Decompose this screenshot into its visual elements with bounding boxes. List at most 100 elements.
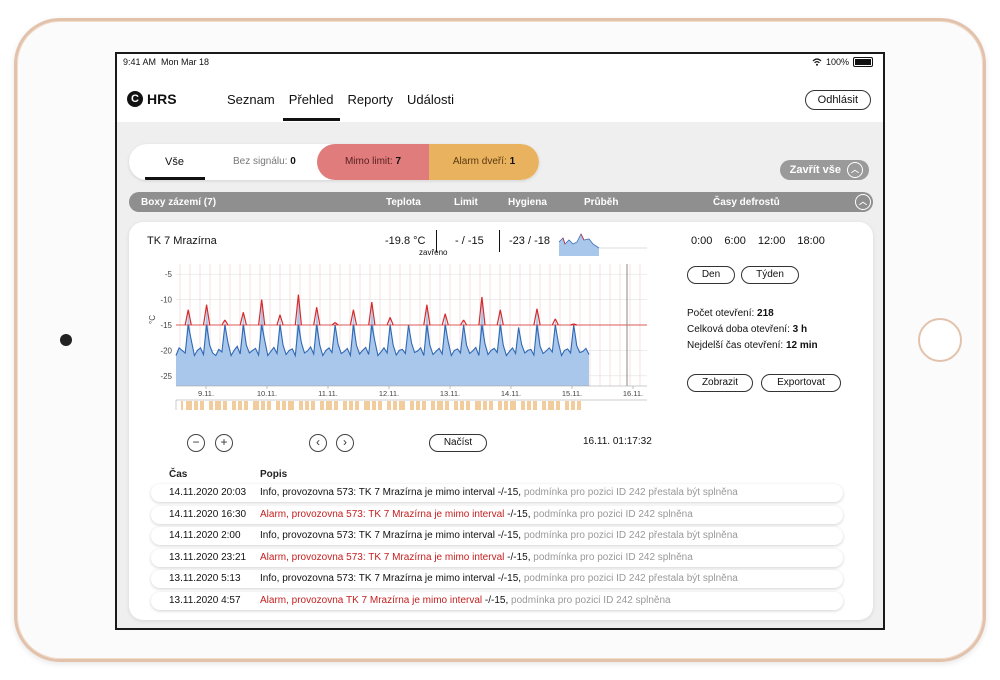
prev-button[interactable]: ‹ bbox=[309, 434, 327, 452]
x-tick-label: 15.11. bbox=[562, 389, 582, 398]
events-col-desc: Popis bbox=[260, 469, 288, 480]
event-row[interactable]: 13.11.2020 23:21 Alarm, provozovna 573: T… bbox=[151, 548, 843, 567]
event-condition: podmínka pro pozici ID 242 splněna bbox=[533, 551, 693, 563]
next-button[interactable]: › bbox=[336, 434, 354, 452]
event-row[interactable]: 14.11.2020 20:03 Info, provozovna 573: TK… bbox=[151, 484, 843, 502]
stat-openings: Počet otevření: 218 bbox=[687, 308, 774, 319]
temperature-chart[interactable]: -5 -10 -15 -20 -25 °C 9.11. 10.11. 11.11. 12.11. 1… bbox=[141, 262, 657, 442]
event-time: 14.11.2020 2:00 bbox=[169, 530, 241, 541]
event-time: 14.11.2020 16:30 bbox=[169, 508, 247, 520]
top-navbar: C HRS Seznam Přehled Reporty Události Od… bbox=[117, 70, 883, 122]
defrost-time: 12:00 bbox=[757, 235, 786, 247]
x-tick-label: 10.11. bbox=[257, 389, 277, 398]
event-message: Info, provozovna 573: TK 7 Mrazírna je m… bbox=[260, 487, 498, 498]
device-hygiene: -23 / -18 bbox=[509, 235, 550, 247]
event-interval: -/-15, bbox=[497, 530, 524, 541]
col-prubeh: Průběh bbox=[584, 197, 619, 208]
home-button[interactable] bbox=[918, 318, 962, 362]
col-teplota: Teplota bbox=[386, 197, 421, 208]
y-axis-label: °C bbox=[148, 315, 157, 324]
event-row[interactable]: 14.11.2020 16:30 Alarm, provozovna 573: T… bbox=[151, 505, 843, 524]
x-tick-label: 14.11. bbox=[501, 389, 521, 398]
chevron-up-icon[interactable]: ︿ bbox=[855, 194, 871, 210]
nav-tabs: Seznam Přehled Reporty Události bbox=[227, 92, 454, 121]
filter-door-alarm[interactable]: Alarm dveří: 1 bbox=[429, 144, 539, 180]
temperature-area bbox=[176, 294, 589, 386]
col-casy-defrostu: Časy defrostů bbox=[713, 197, 780, 208]
screen: 9:41 AM Mon Mar 18 100% C HRS Seznam Pře… bbox=[115, 52, 885, 630]
filter-all[interactable]: Vše bbox=[165, 144, 184, 180]
event-condition: podmínka pro pozici ID 242 přestala být … bbox=[523, 487, 738, 498]
divider bbox=[436, 230, 437, 252]
y-tick-label: -5 bbox=[165, 270, 173, 279]
tab-seznam[interactable]: Seznam bbox=[227, 92, 275, 121]
group-header[interactable]: Boxy zázemí (7) Teplota Limit Hygiena Pr… bbox=[129, 192, 873, 212]
event-row[interactable]: 13.11.2020 4:57 Alarm, provozovna TK 7 Mr… bbox=[151, 591, 843, 610]
device-limit: - / -15 bbox=[455, 235, 484, 247]
zoom-out-button[interactable]: − bbox=[187, 434, 205, 452]
close-all-label: Zavřít vše bbox=[789, 164, 841, 176]
chart-timestamp: 16.11. 01:17:32 bbox=[583, 436, 652, 447]
filter-all-underline bbox=[145, 177, 205, 180]
event-interval: -/-15, bbox=[484, 594, 512, 606]
event-description: Info, provozovna 573: TK 7 Mrazírna je m… bbox=[260, 527, 738, 545]
door-state: zavřeno bbox=[419, 248, 448, 257]
defrost-time: 18:00 bbox=[797, 235, 825, 247]
col-limit: Limit bbox=[454, 197, 478, 208]
event-interval: -/-15, bbox=[497, 573, 524, 584]
x-tick-label: 13.11. bbox=[440, 389, 460, 398]
defrost-times: 0:00 6:00 12:00 18:00 bbox=[691, 235, 825, 247]
range-day-button[interactable]: Den bbox=[687, 266, 735, 284]
col-hygiena: Hygiena bbox=[508, 197, 547, 208]
x-tick-label: 11.11. bbox=[318, 389, 338, 398]
chevron-up-icon: ︿ bbox=[847, 162, 863, 178]
device-temperature: -19.8 °C bbox=[385, 235, 426, 247]
load-button[interactable]: Načíst bbox=[429, 434, 487, 452]
tab-reporty[interactable]: Reporty bbox=[348, 92, 394, 121]
event-time: 13.11.2020 5:13 bbox=[169, 573, 241, 584]
device-card: TK 7 Mrazírna -19.8 °C zavřeno - / -15 -… bbox=[129, 222, 873, 620]
trend-sparkline bbox=[559, 233, 647, 256]
stat-total-open: Celková doba otevření: 3 h bbox=[687, 324, 808, 335]
event-description: Info, provozovna 573: TK 7 Mrazírna je m… bbox=[260, 484, 738, 502]
event-description: Alarm, provozovna 573: TK 7 Mrazírna je … bbox=[260, 506, 693, 524]
app-logo[interactable]: C HRS bbox=[127, 91, 177, 107]
camera bbox=[60, 334, 72, 346]
battery-icon bbox=[853, 57, 873, 67]
range-week-button[interactable]: Týden bbox=[741, 266, 799, 284]
event-message: Alarm, provozovna 573: TK 7 Mrazírna je … bbox=[260, 551, 508, 563]
event-interval: -/-15, bbox=[507, 508, 534, 520]
event-condition: podmínka pro pozici ID 242 splněna bbox=[511, 594, 671, 606]
event-row[interactable]: 14.11.2020 2:00 Info, provozovna 573: TK … bbox=[151, 527, 843, 545]
event-interval: -/-15, bbox=[507, 551, 534, 563]
battery-percent: 100% bbox=[825, 57, 849, 67]
event-interval: -/-15, bbox=[497, 487, 524, 498]
y-tick-label: -10 bbox=[160, 296, 172, 305]
logo-text: HRS bbox=[147, 91, 177, 107]
defrost-time: 6:00 bbox=[724, 235, 746, 247]
event-description: Alarm, provozovna TK 7 Mrazírna je mimo … bbox=[260, 592, 671, 610]
logout-button[interactable]: Odhlásit bbox=[804, 90, 871, 110]
close-all-button[interactable]: Zavřít vše ︿ bbox=[779, 160, 869, 180]
status-bar: 9:41 AM Mon Mar 18 100% bbox=[117, 54, 883, 70]
stat-longest-open: Nejdelší čas otevření: 12 min bbox=[687, 340, 818, 351]
events-col-time: Čas bbox=[169, 469, 188, 480]
event-condition: podmínka pro pozici ID 242 splněna bbox=[533, 508, 693, 520]
show-button[interactable]: Zobrazit bbox=[687, 374, 753, 392]
logo-icon: C bbox=[127, 91, 143, 107]
zoom-in-button[interactable]: + bbox=[215, 434, 233, 452]
event-row[interactable]: 13.11.2020 5:13 Info, provozovna 573: TK … bbox=[151, 570, 843, 588]
divider bbox=[499, 230, 500, 252]
x-tick-label: 16.11. bbox=[623, 389, 643, 398]
event-message: Alarm, provozovna TK 7 Mrazírna je mimo … bbox=[260, 594, 485, 606]
tab-udalosti[interactable]: Události bbox=[407, 92, 454, 121]
wifi-icon bbox=[812, 58, 822, 66]
event-time: 13.11.2020 23:21 bbox=[169, 551, 247, 563]
x-tick-label: 12.11. bbox=[379, 389, 399, 398]
event-time: 13.11.2020 4:57 bbox=[169, 594, 241, 606]
filter-no-signal[interactable]: Bez signálu: 0 bbox=[233, 144, 296, 180]
tab-prehled[interactable]: Přehled bbox=[282, 92, 340, 121]
filter-out-of-limit[interactable]: Mimo limit: 7 bbox=[317, 144, 429, 180]
status-time: 9:41 AM Mon Mar 18 bbox=[123, 57, 210, 67]
export-button[interactable]: Exportovat bbox=[761, 374, 841, 392]
